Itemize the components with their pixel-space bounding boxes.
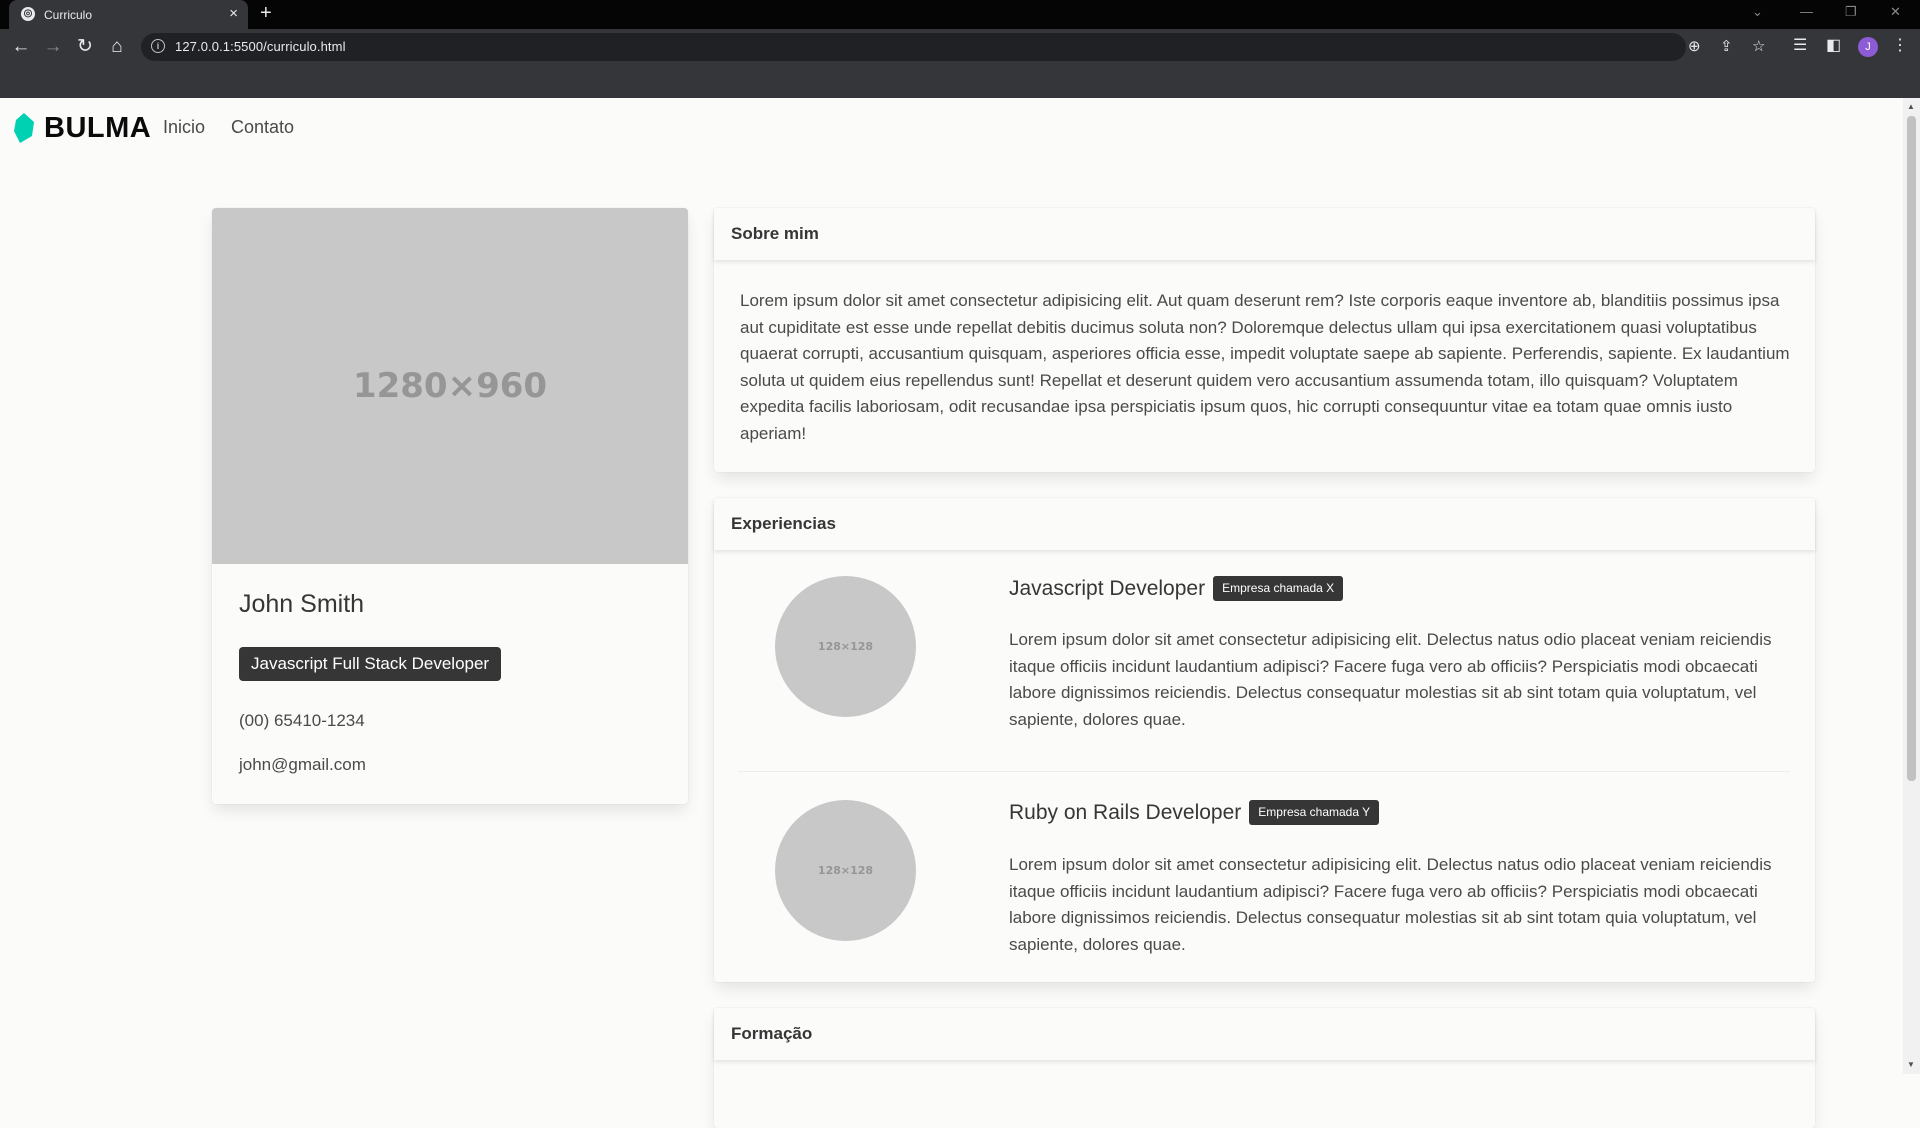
job-title: Ruby on Rails Developer [1009, 801, 1242, 824]
experience-image: 128×128 [775, 576, 916, 717]
page-scrollbar[interactable]: ▲ ▼ [1903, 98, 1920, 1074]
card-header: Experiencias [714, 498, 1815, 550]
experience-description: Lorem ipsum dolor sit amet consectetur a… [1009, 855, 1772, 954]
experience-item: 128×128 Ruby on Rails Developer Empresa c… [714, 777, 1815, 997]
experience-title: Ruby on Rails Developer Empresa chamada Y [1009, 800, 1380, 825]
browser-tab[interactable]: ◎ Curriculo × [9, 0, 248, 29]
scroll-down-icon[interactable]: ▼ [1907, 1060, 1915, 1069]
profile-avatar[interactable]: J [1858, 37, 1878, 57]
profile-image: 1280×960 [212, 208, 688, 564]
about-text: Lorem ipsum dolor sit amet consectetur a… [740, 291, 1790, 443]
experience-description: Lorem ipsum dolor sit amet consectetur a… [1009, 630, 1772, 729]
company-tag: Empresa chamada Y [1249, 800, 1380, 825]
card-title: Sobre mim [731, 224, 819, 243]
share-icon[interactable]: ⇪ [1720, 37, 1733, 55]
experiences-card: Experiencias 128×128 Javascript Develope… [714, 498, 1815, 982]
phone-number: (00) 65410-1234 [239, 711, 365, 730]
bookmarks-bar [0, 64, 1920, 98]
experience-item: 128×128 Javascript Developer Empresa cham… [714, 552, 1815, 772]
divider [738, 771, 1790, 772]
address-bar[interactable]: i 127.0.0.1:5500/curriculo.html ⊕ ⇪ ☆ [141, 33, 1765, 61]
info-icon[interactable]: i [151, 39, 165, 53]
image-placeholder-label: 1280×960 [352, 366, 548, 406]
scroll-up-icon[interactable]: ▲ [1907, 102, 1915, 111]
browser-tab-strip: ◎ Curriculo × + ⌄ — ❐ ✕ [0, 0, 1920, 29]
image-placeholder-label: 128×128 [817, 640, 874, 653]
profile-card: 1280×960 John Smith Javascript Full Stac… [212, 208, 688, 804]
card-header: Formação [714, 1008, 1815, 1060]
nav-link-inicio[interactable]: Inicio [163, 117, 205, 138]
browser-toolbar: ← → ↻ ⌂ i 127.0.0.1:5500/curriculo.html … [0, 29, 1920, 64]
forward-arrow-icon[interactable]: → [41, 35, 65, 59]
menu-icon[interactable]: ⋮ [1892, 35, 1908, 55]
email-address: john@gmail.com [239, 755, 366, 774]
side-panel-icon[interactable]: ◧ [1826, 35, 1841, 55]
image-placeholder-label: 128×128 [817, 864, 874, 877]
card-title: Formação [731, 1024, 813, 1043]
experience-title: Javascript Developer Empresa chamada X [1009, 576, 1344, 601]
url-text[interactable]: 127.0.0.1:5500/curriculo.html [175, 39, 346, 54]
profile-name: John Smith [239, 590, 365, 618]
reload-icon[interactable]: ↻ [73, 35, 97, 59]
tab-title: Curriculo [44, 8, 93, 22]
role-tag: Javascript Full Stack Developer [239, 647, 502, 681]
experience-image: 128×128 [775, 800, 916, 941]
back-arrow-icon[interactable]: ← [9, 35, 33, 59]
bulma-logo-icon [14, 113, 34, 143]
restore-icon[interactable]: ❐ [1845, 4, 1857, 20]
zoom-icon[interactable]: ⊕ [1688, 37, 1701, 55]
nav-link-contato[interactable]: Contato [231, 117, 294, 138]
globe-icon: ◎ [21, 7, 35, 21]
tab-close-icon[interactable]: × [229, 5, 238, 22]
close-window-icon[interactable]: ✕ [1890, 4, 1901, 20]
job-title: Javascript Developer [1009, 577, 1206, 600]
tab-search-icon[interactable]: ⌄ [1752, 4, 1763, 20]
minimize-icon[interactable]: — [1800, 4, 1813, 19]
reading-list-icon[interactable]: ☰ [1793, 35, 1807, 55]
about-card: Sobre mim Lorem ipsum dolor sit amet con… [714, 208, 1815, 472]
card-header: Sobre mim [714, 208, 1815, 260]
company-tag: Empresa chamada X [1213, 576, 1344, 601]
home-icon[interactable]: ⌂ [105, 35, 129, 59]
brand-name: BULMA [44, 112, 152, 144]
new-tab-button[interactable]: + [260, 2, 272, 25]
star-icon[interactable]: ☆ [1752, 37, 1765, 55]
education-card: Formação [714, 1008, 1815, 1128]
card-title: Experiencias [731, 514, 836, 533]
scroll-thumb[interactable] [1907, 116, 1916, 781]
navbar: BULMA Inicio Contato [0, 98, 1900, 158]
